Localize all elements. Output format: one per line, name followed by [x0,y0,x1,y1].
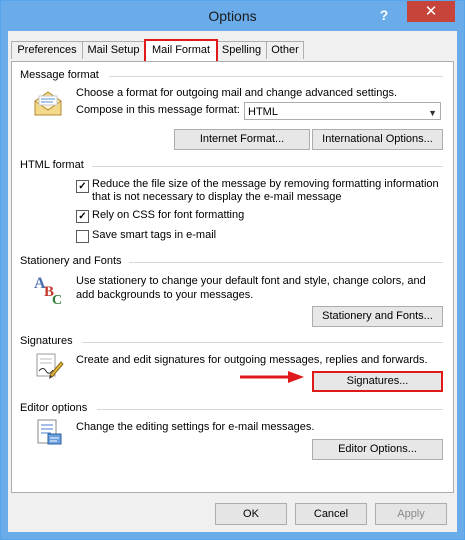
editor-options-icon [37,419,62,445]
css-font-label: Rely on CSS for font formatting [92,209,245,221]
tab-mail-format[interactable]: Mail Format [144,39,218,61]
chevron-down-icon: ▼ [428,108,437,118]
arrow-right-icon [240,371,304,383]
compose-format-label: Compose in this message format: [76,104,240,116]
international-options-button[interactable]: International Options... [312,129,443,150]
svg-text:C: C [52,293,62,306]
section-divider [82,342,443,343]
mail-format-panel: Message format Choose a format for outgo… [11,61,454,493]
apply-button[interactable]: Apply [375,503,447,525]
reduce-size-checkbox[interactable]: ✓ [76,180,89,193]
internet-format-button[interactable]: Internet Format... [174,129,310,150]
css-font-checkbox[interactable]: ✓ [76,210,89,223]
section-divider [129,262,443,263]
signature-icon [36,353,64,379]
tab-preferences[interactable]: Preferences [11,41,83,59]
section-divider [109,76,443,77]
html-format-title: HTML format [20,159,84,171]
compose-format-value: HTML [248,106,278,118]
reduce-size-label-line2: that is not necessary to display the e-m… [92,191,342,203]
message-format-description: Choose a format for outgoing mail and ch… [76,87,398,99]
signatures-title: Signatures [20,335,73,347]
signatures-description: Create and edit signatures for outgoing … [76,354,428,366]
compose-format-select[interactable]: HTML ▼ [244,102,441,120]
options-dialog: Options ? ✕ Preferences Mail Setup Mail … [0,0,465,540]
stationery-fonts-icon: A B C [34,275,62,306]
stationery-title: Stationery and Fonts [20,255,122,267]
help-button[interactable]: ? [373,5,395,25]
stationery-fonts-button[interactable]: Stationery and Fonts... [312,306,443,327]
stationery-description-line1: Use stationery to change your default fo… [76,275,426,287]
dialog-body: Preferences Mail Setup Mail Format Spell… [8,31,457,532]
tab-other[interactable]: Other [266,41,304,59]
ok-button[interactable]: OK [215,503,287,525]
signatures-button[interactable]: Signatures... [312,371,443,392]
editor-options-description: Change the editing settings for e-mail m… [76,421,315,433]
title-bar: Options ? ✕ [1,1,464,31]
close-button[interactable]: ✕ [407,1,455,22]
cancel-button[interactable]: Cancel [295,503,367,525]
envelope-icon [34,91,62,116]
section-divider [97,409,443,410]
message-format-title: Message format [20,69,99,81]
editor-options-button[interactable]: Editor Options... [312,439,443,460]
reduce-size-label: Reduce the file size of the message by r… [92,178,439,190]
editor-options-title: Editor options [20,402,88,414]
tab-spelling[interactable]: Spelling [216,41,267,59]
section-divider [92,166,443,167]
stationery-description-line2: add backgrounds to your messages. [76,289,254,301]
smart-tags-label: Save smart tags in e-mail [92,229,217,241]
tab-mail-setup[interactable]: Mail Setup [82,41,145,59]
smart-tags-checkbox[interactable] [76,230,89,243]
